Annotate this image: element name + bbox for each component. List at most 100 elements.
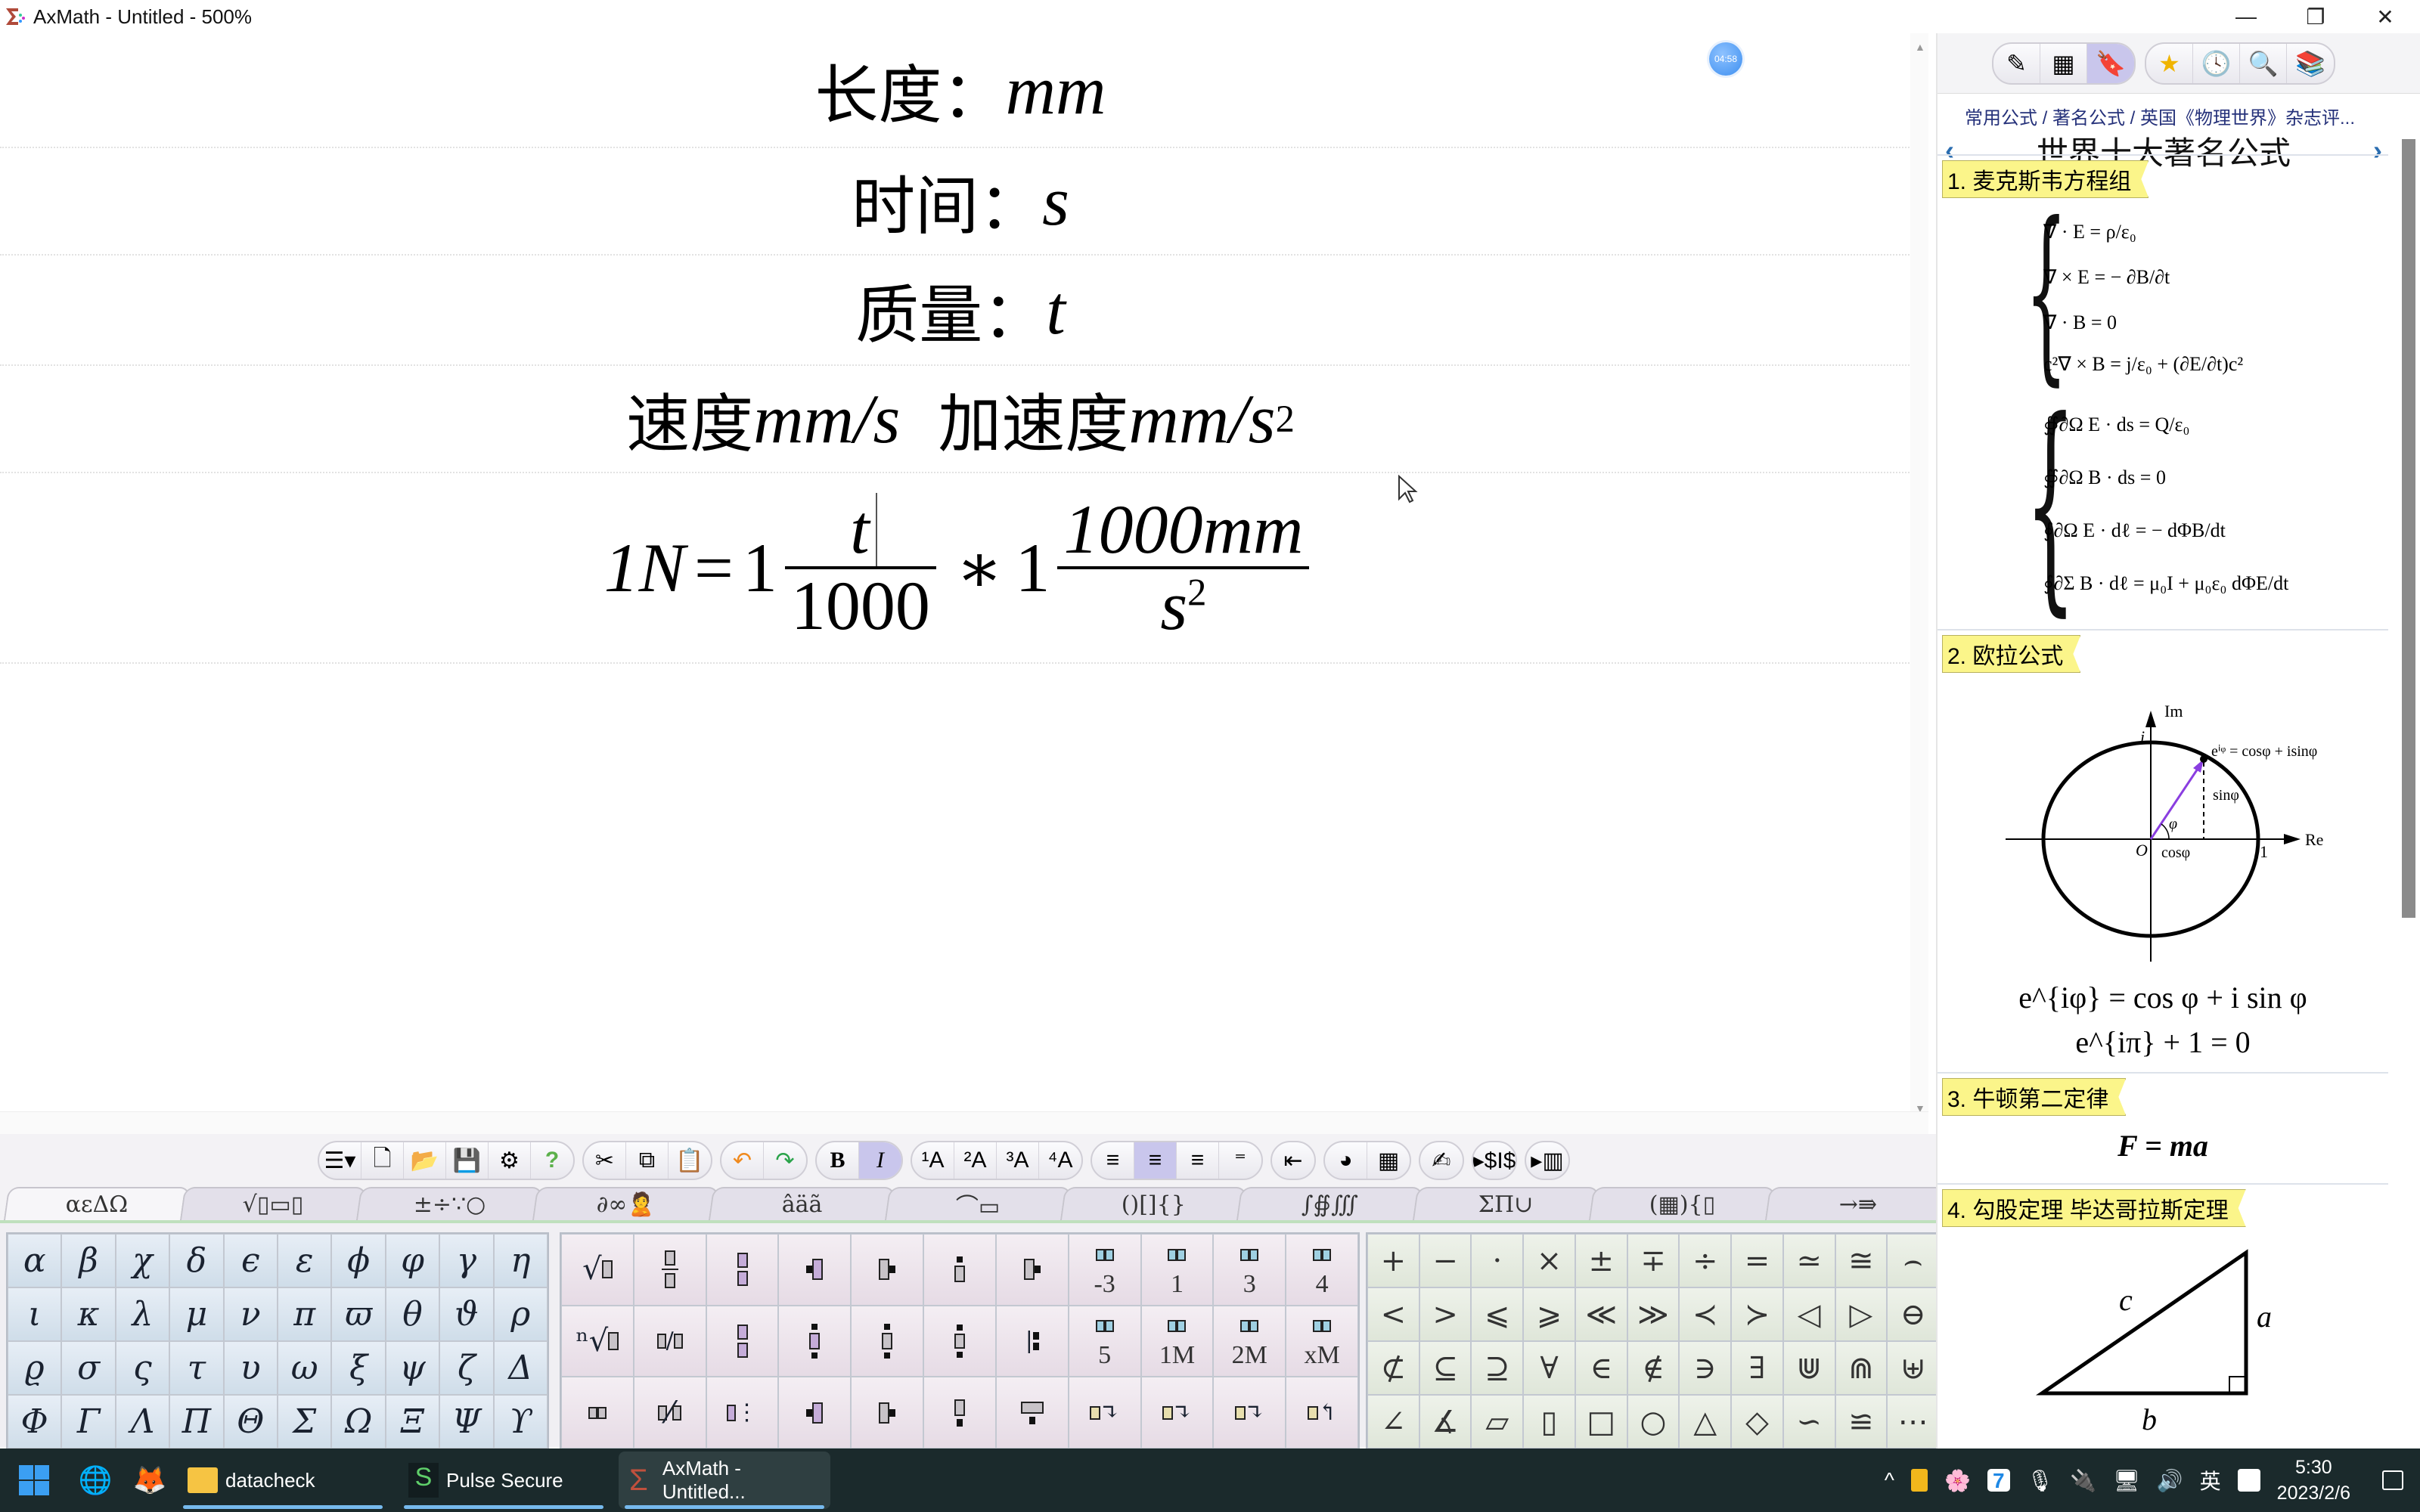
settings-button[interactable]: ⚙ bbox=[489, 1142, 531, 1179]
palette-tab-7[interactable]: ∫∯∭ bbox=[1236, 1187, 1424, 1220]
cloud-app-icon[interactable]: 7 bbox=[1987, 1469, 2010, 1492]
search-button[interactable]: 🔍 bbox=[2240, 43, 2287, 83]
greek-symbol-button[interactable]: θ bbox=[385, 1287, 440, 1341]
equation-line-time[interactable]: 时间： s bbox=[0, 148, 1921, 256]
equation-line-length[interactable]: 长度： mm bbox=[0, 33, 1921, 148]
operator-symbol-button[interactable]: ⋒ bbox=[1835, 1341, 1888, 1395]
firefox-icon[interactable]: 🦊 bbox=[123, 1448, 177, 1512]
bold-button[interactable]: B bbox=[817, 1142, 859, 1179]
operator-symbol-button[interactable]: ∽ bbox=[1782, 1395, 1835, 1448]
vertical-scrollbar[interactable]: ▲ ▼ bbox=[1910, 33, 1928, 1122]
formula-card-maxwell[interactable]: 1. 麦克斯韦方程组 { ∇ · E = ρ/ε₀ ∇ × E = − ∂B/∂… bbox=[1938, 154, 2388, 629]
operator-symbol-button[interactable]: ∡ bbox=[1419, 1395, 1472, 1448]
greek-symbol-button[interactable]: ϒ bbox=[493, 1395, 548, 1448]
undo-button[interactable]: ↶ bbox=[721, 1142, 764, 1179]
operator-symbol-button[interactable]: ∈ bbox=[1575, 1341, 1627, 1395]
template-button[interactable] bbox=[995, 1377, 1069, 1448]
operator-symbol-button[interactable]: < bbox=[1367, 1287, 1419, 1341]
greek-symbol-button[interactable]: κ bbox=[61, 1287, 116, 1341]
fraction-t-over-1000[interactable]: t 1000 bbox=[784, 493, 936, 642]
greek-symbol-button[interactable]: γ bbox=[439, 1234, 494, 1287]
operator-symbol-button[interactable]: ≺ bbox=[1679, 1287, 1732, 1341]
palette-tab-1[interactable]: √▯▭▯ bbox=[179, 1187, 367, 1220]
palette-tab-9[interactable]: (▦){▯ bbox=[1589, 1187, 1776, 1220]
greek-symbol-button[interactable]: Δ bbox=[493, 1341, 548, 1395]
template-button[interactable]: xM bbox=[1286, 1305, 1358, 1377]
flower-app-icon[interactable]: 🌸 bbox=[1944, 1468, 1971, 1493]
taskbar-app-axmath[interactable]: Σ AxMath - Untitled... bbox=[619, 1452, 830, 1509]
operator-symbol-button[interactable]: ⊆ bbox=[1419, 1341, 1472, 1395]
taskbar-app-datacheck[interactable]: datacheck bbox=[177, 1452, 389, 1509]
template-button[interactable] bbox=[561, 1377, 634, 1448]
favorites-star-button[interactable]: ★ bbox=[2146, 43, 2193, 83]
align-right-button[interactable]: ≡ bbox=[1177, 1142, 1219, 1179]
operator-symbol-button[interactable]: ▯ bbox=[1523, 1395, 1575, 1448]
greek-symbol-button[interactable]: δ bbox=[169, 1234, 224, 1287]
horizontal-scrollbar[interactable] bbox=[0, 1111, 1928, 1134]
formula-card-pythagoras[interactable]: 4. 勾股定理 毕达哥拉斯定理 c a b a² + b² = c² bbox=[1938, 1183, 2388, 1448]
operator-symbol-button[interactable]: ≅ bbox=[1835, 1234, 1888, 1287]
template-button[interactable]: ↴ bbox=[1068, 1377, 1141, 1448]
redo-button[interactable]: ↷ bbox=[764, 1142, 806, 1179]
operator-symbol-button[interactable]: ◇ bbox=[1731, 1395, 1783, 1448]
style-3-button[interactable]: ³A bbox=[997, 1142, 1039, 1179]
indent-button[interactable]: ⇤ bbox=[1272, 1142, 1314, 1179]
italic-button[interactable]: I bbox=[859, 1142, 901, 1179]
operator-symbol-button[interactable]: □ bbox=[1575, 1395, 1627, 1448]
template-button[interactable]: ↴ bbox=[1213, 1377, 1286, 1448]
clock[interactable]: 5:30 2023/2/6 bbox=[2277, 1455, 2350, 1506]
template-button[interactable]: 3 bbox=[1213, 1234, 1286, 1306]
greek-symbol-button[interactable]: ζ bbox=[439, 1341, 494, 1395]
greek-symbol-button[interactable]: ϱ bbox=[8, 1341, 62, 1395]
operator-symbol-button[interactable]: + bbox=[1367, 1234, 1419, 1287]
menu-dropdown-button[interactable]: ☰▾ bbox=[319, 1142, 361, 1179]
greek-symbol-button[interactable]: ς bbox=[115, 1341, 170, 1395]
paste-button[interactable]: 📋 bbox=[669, 1142, 711, 1179]
template-button[interactable] bbox=[633, 1234, 706, 1306]
greek-symbol-button[interactable]: μ bbox=[169, 1287, 224, 1341]
operator-symbol-button[interactable]: ⋓ bbox=[1782, 1341, 1835, 1395]
close-button[interactable]: ✕ bbox=[2350, 0, 2420, 33]
copy-button[interactable]: ⧉ bbox=[626, 1142, 669, 1179]
greek-symbol-button[interactable]: Λ bbox=[115, 1395, 170, 1448]
show-hidden-icons-chevron-icon[interactable]: ^ bbox=[1885, 1468, 1894, 1492]
operator-symbol-button[interactable]: ÷ bbox=[1679, 1234, 1732, 1287]
template-button[interactable] bbox=[851, 1234, 924, 1306]
template-button[interactable] bbox=[851, 1377, 924, 1448]
apps-grid-button[interactable]: ▦ bbox=[2040, 43, 2087, 83]
fraction-mm-over-s2[interactable]: 1000mm s2 bbox=[1057, 493, 1310, 642]
template-button[interactable]: ↰ bbox=[1286, 1377, 1358, 1448]
palette-tab-2[interactable]: ±÷∵○ bbox=[355, 1187, 543, 1220]
greek-symbol-button[interactable]: ϑ bbox=[439, 1287, 494, 1341]
palette-tab-6[interactable]: ()[]{} bbox=[1060, 1187, 1248, 1220]
greek-symbol-button[interactable]: Φ bbox=[8, 1395, 62, 1448]
greek-symbol-button[interactable]: Ψ bbox=[439, 1395, 494, 1448]
template-button[interactable] bbox=[995, 1234, 1069, 1306]
bookmark-button[interactable]: 🔖 bbox=[2087, 43, 2134, 83]
export-button[interactable]: ▸▥ bbox=[1526, 1142, 1568, 1179]
greek-symbol-button[interactable]: Σ bbox=[278, 1395, 332, 1448]
color-wheel-button[interactable]: ◕ bbox=[1325, 1142, 1367, 1179]
greek-symbol-button[interactable]: Θ bbox=[223, 1395, 278, 1448]
operator-symbol-button[interactable]: ± bbox=[1575, 1234, 1627, 1287]
cut-button[interactable]: ✂ bbox=[584, 1142, 626, 1179]
save-button[interactable]: 💾 bbox=[446, 1142, 489, 1179]
operator-symbol-button[interactable]: > bbox=[1419, 1287, 1472, 1341]
operator-symbol-button[interactable]: ⩽ bbox=[1471, 1287, 1524, 1341]
template-button[interactable] bbox=[706, 1305, 779, 1377]
operator-symbol-button[interactable]: ≪ bbox=[1575, 1287, 1627, 1341]
greek-symbol-button[interactable]: Ω bbox=[331, 1395, 386, 1448]
operator-symbol-button[interactable]: ≻ bbox=[1731, 1287, 1783, 1341]
palette-tab-0[interactable]: αεΔΩ bbox=[3, 1187, 191, 1220]
restore-button[interactable]: ❐ bbox=[2281, 0, 2350, 33]
operator-symbol-button[interactable]: ⌢ bbox=[1887, 1234, 1939, 1287]
template-button[interactable]: ⋮ bbox=[706, 1377, 779, 1448]
equation-line-mass[interactable]: 质量： t bbox=[0, 256, 1921, 366]
timer-badge[interactable]: 04:58 bbox=[1709, 42, 1742, 76]
operator-symbol-button[interactable]: ⊎ bbox=[1887, 1341, 1939, 1395]
palette-tab-4[interactable]: âäã bbox=[708, 1187, 895, 1220]
operator-symbol-button[interactable]: ⋯ bbox=[1887, 1395, 1939, 1448]
template-button[interactable]: 1M bbox=[1140, 1305, 1214, 1377]
volume-icon[interactable]: 🔊 bbox=[2157, 1468, 2183, 1493]
operator-symbol-button[interactable]: ∃ bbox=[1731, 1341, 1783, 1395]
